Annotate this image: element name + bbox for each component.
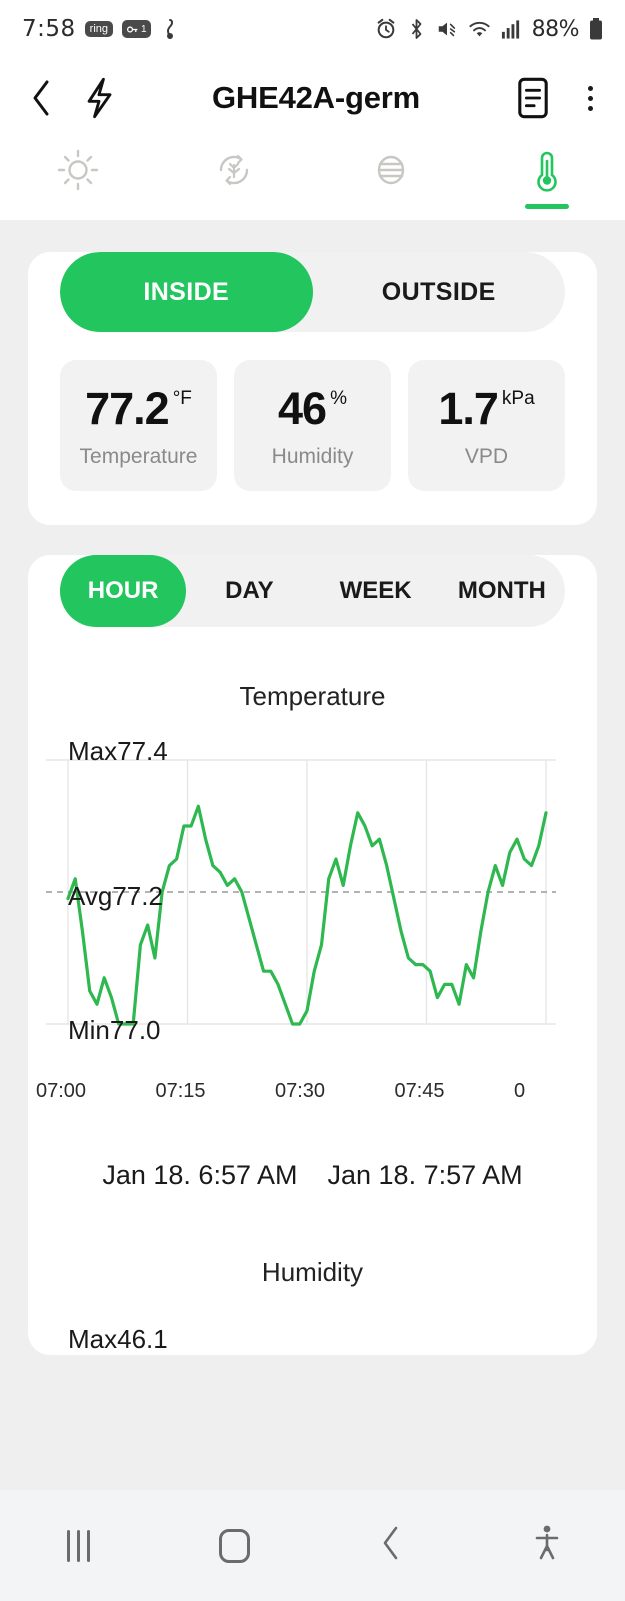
metric-value: 77.2 xyxy=(85,383,170,434)
nav-recents-button[interactable] xyxy=(0,1529,156,1562)
status-bar: 7:58 ring 1 88% xyxy=(0,0,625,58)
metric-value: 1.7 xyxy=(438,383,499,434)
phone-screen: 7:58 ring 1 88% GHE42A-germ INSIDE OUTSI… xyxy=(0,0,625,1601)
metric-humidity[interactable]: 46 % Humidity xyxy=(234,360,391,491)
range-month[interactable]: MONTH xyxy=(439,555,565,627)
home-icon xyxy=(218,1528,250,1563)
tab-cycle[interactable] xyxy=(156,146,312,199)
scroll-content[interactable]: INSIDE OUTSIDE 77.2 °F Temperature 46 % xyxy=(0,220,625,1490)
cellular-signal-icon xyxy=(501,18,522,40)
metric-value: 46 xyxy=(278,383,327,434)
system-nav-bar xyxy=(0,1490,625,1601)
toggle-inside[interactable]: INSIDE xyxy=(60,252,313,332)
back-icon xyxy=(380,1525,402,1566)
date-range-end: Jan 18. 7:57 AM xyxy=(327,1160,523,1190)
metric-tiles: 77.2 °F Temperature 46 % Humidity 1.7 kP xyxy=(28,332,597,525)
do-not-disturb-icon xyxy=(160,18,180,40)
charts-card: HOUR DAY WEEK MONTH Temperature Max77.4 … xyxy=(28,555,597,1355)
kebab-menu-icon[interactable] xyxy=(580,80,601,117)
tab-temperature[interactable] xyxy=(469,146,625,209)
nav-back-button[interactable] xyxy=(313,1525,469,1566)
wifi-icon xyxy=(468,18,491,40)
document-icon[interactable] xyxy=(516,76,550,120)
nav-home-button[interactable] xyxy=(156,1528,312,1563)
chart-avg-label: Avg77.2 xyxy=(68,881,163,911)
app-bar: GHE42A-germ xyxy=(0,58,625,138)
sim-card-icon: 1 xyxy=(122,20,151,38)
chart-min-label: Min77.0 xyxy=(68,1015,161,1045)
temperature-chart-title: Temperature xyxy=(239,681,386,711)
page-title: GHE42A-germ xyxy=(212,80,420,115)
battery-percent-label: 88% xyxy=(531,16,580,42)
lightning-bolt-icon[interactable] xyxy=(82,76,116,120)
chart-x-axis: 07:00 07:15 07:30 07:45 0 xyxy=(36,1072,579,1112)
x-axis-tick-label: 07:30 xyxy=(275,1080,326,1102)
tab-airflow[interactable] xyxy=(313,146,469,199)
range-day[interactable]: DAY xyxy=(186,555,312,627)
temperature-chart[interactable]: Max77.4 Avg77.2 Min77.0 xyxy=(46,736,579,1072)
tab-light[interactable] xyxy=(0,146,156,199)
humidity-chart-title: Humidity xyxy=(261,1257,364,1287)
sim-slot-number: 1 xyxy=(141,23,147,35)
metric-label: Humidity xyxy=(271,445,354,468)
recents-icon xyxy=(66,1529,90,1562)
sun-icon xyxy=(54,146,102,199)
nav-accessibility-button[interactable] xyxy=(469,1524,625,1567)
thermometer-icon xyxy=(523,146,571,201)
metric-unit: kPa xyxy=(501,388,535,409)
active-tab-underline xyxy=(524,204,569,209)
metric-vpd[interactable]: 1.7 kPa VPD xyxy=(408,360,565,491)
accessibility-icon xyxy=(532,1524,562,1567)
date-range-start: Jan 18. 6:57 AM xyxy=(102,1160,298,1190)
alarm-icon xyxy=(375,18,397,40)
chevron-left-icon[interactable] xyxy=(24,78,58,118)
chart-date-range: Jan 18. 6:57 AM Jan 18. 7:57 AM xyxy=(28,1160,597,1191)
x-axis-tick-label: 07:45 xyxy=(394,1080,445,1102)
metric-unit: % xyxy=(330,388,347,409)
readings-card: INSIDE OUTSIDE 77.2 °F Temperature 46 % xyxy=(28,252,597,525)
mute-icon xyxy=(436,18,458,40)
humidity-max-label: Max46.1 xyxy=(68,1324,168,1354)
battery-icon xyxy=(589,17,603,41)
bluetooth-icon xyxy=(407,18,426,40)
status-bar-right: 88% xyxy=(375,17,603,42)
circulation-icon xyxy=(367,146,415,199)
status-bar-left: 7:58 ring 1 xyxy=(22,16,180,42)
metric-label: Temperature xyxy=(79,445,198,468)
range-hour[interactable]: HOUR xyxy=(60,555,187,627)
x-axis-tick-label: 07:15 xyxy=(155,1080,206,1102)
metric-temperature[interactable]: 77.2 °F Temperature xyxy=(60,360,217,491)
ring-chip-icon: ring xyxy=(84,21,113,37)
range-week[interactable]: WEEK xyxy=(313,555,439,627)
status-clock: 7:58 xyxy=(22,16,76,42)
location-toggle: INSIDE OUTSIDE xyxy=(60,252,565,332)
feature-tabs xyxy=(0,138,625,220)
range-tabs: HOUR DAY WEEK MONTH xyxy=(60,555,565,627)
x-axis-tick-label: 0 xyxy=(514,1080,526,1102)
toggle-outside[interactable]: OUTSIDE xyxy=(313,252,566,332)
metric-label: VPD xyxy=(464,445,509,468)
plant-cycle-icon xyxy=(210,146,258,199)
metric-unit: °F xyxy=(172,388,192,409)
chart-max-label: Max77.4 xyxy=(68,736,168,766)
x-axis-tick-label: 07:00 xyxy=(36,1080,87,1102)
